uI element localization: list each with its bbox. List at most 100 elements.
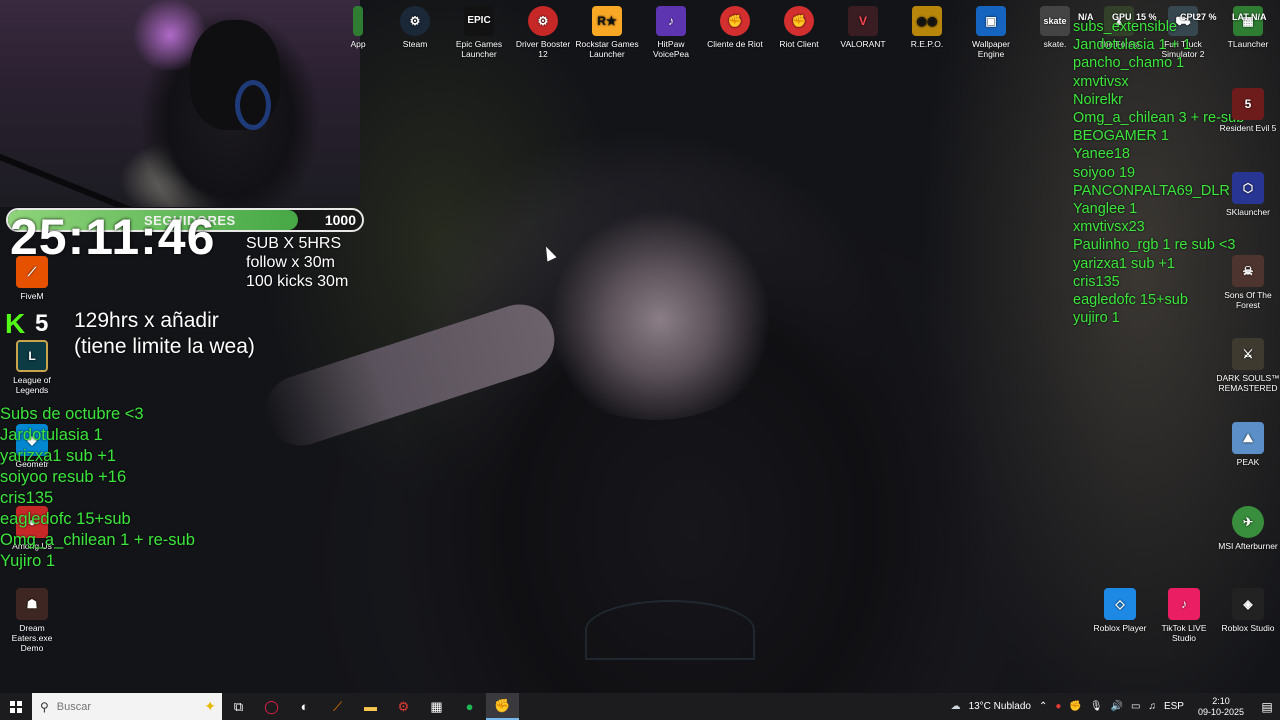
desktop-icon-repo[interactable]: ◉◉ R.E.P.O. [895,6,959,49]
weather-text[interactable]: 13°C Nublado [969,701,1031,712]
list-item: Paulinho_rgb 1 re sub <3 [1073,237,1236,254]
fivem-icon: ⟋ [16,256,48,288]
desktop-icon-app[interactable]: App [334,6,382,49]
peak-icon: ⛰ [1232,422,1264,454]
rule-kicks: 100 kicks 30m [246,273,349,290]
mic-arm [0,150,205,207]
taskbar-driver-booster[interactable]: ⚙ [387,693,420,720]
list-item: pancho_chamo 1 [1073,55,1185,72]
volume-icon[interactable]: 🔊 [1111,701,1123,712]
desktop-icon-cliente-de-riot[interactable]: ✊ Cliente de Riot [703,6,767,49]
windows-icon [10,700,22,713]
lol-icon: L [16,340,48,372]
desktop-icon-league-of-legends[interactable]: L League of Legends [0,340,64,395]
desktop-icon-dream-eaters[interactable]: ☗ Dream Eaters.exe Demo [0,588,64,653]
riot-client-icon: ✊ [784,6,814,36]
start-button[interactable] [0,693,32,720]
list-item: yarizxa1 sub +1 [0,447,117,465]
taskbar-opera-gx[interactable]: ◯ [255,693,288,720]
chevron-up-icon[interactable]: ⌃ [1039,701,1047,712]
network-icon[interactable]: ▭ [1131,701,1140,712]
search-input[interactable] [56,700,167,713]
desktop-icon-riot-client[interactable]: ✊ Riot Client [767,6,831,49]
subathon-rules: SUB X 5HRS follow x 30m 100 kicks 30m [246,234,348,291]
desktop-icon-sons-of-the-forest[interactable]: ☠ Sons Of The Forest [1216,255,1280,310]
sons-forest-icon: ☠ [1232,255,1264,287]
desktop-icon-rockstar[interactable]: R★ Rockstar Games Launcher [575,6,639,59]
desktop-icon-peak[interactable]: ⛰ PEAK [1216,422,1280,467]
sklauncher-icon: ⬡ [1232,172,1264,204]
subs-list: Subs de octubre <3 Jardotulasia 1 yarizx… [0,404,195,572]
driver-booster-icon: ⚙ [528,6,558,36]
desktop-icon-hitpaw[interactable]: ♪ HitPaw VoicePea [639,6,703,59]
kick-icon: K [5,308,26,339]
taskbar-spotify[interactable]: ● [453,693,486,720]
list-item: yujiro 1 [1073,310,1120,327]
desktop-icon-roblox-player[interactable]: ◇ Roblox Player [1088,588,1152,633]
wallpaper-engine-icon: ▣ [976,6,1006,36]
desktop-icon-msi-afterburner[interactable]: ✈ MSI Afterburner [1216,506,1280,551]
taskbar-search[interactable]: ⚲ ✦ [32,693,222,720]
resident-evil-icon: 5 [1232,88,1264,120]
speaker-icon[interactable]: ♫ [1148,701,1156,712]
kick-counter: K 5 [5,310,48,338]
search-highlight-icon: ✦ [204,698,216,714]
taskbar-obs[interactable]: ◐ [288,693,321,720]
weather-icon[interactable]: ☁ [951,701,961,712]
rule-follow: follow x 30m [246,254,335,271]
driver-booster-icon: ⚙ [397,698,410,714]
desktop-icon-roblox-studio[interactable]: ◈ Roblox Studio [1216,588,1280,633]
desktop-icon-steam[interactable]: ⚙ Steam [383,6,447,49]
app-icon [353,6,363,36]
task-view-button[interactable]: ⧉ [222,693,255,720]
rockstar-icon: R★ [592,6,622,36]
desktop-icon-sklauncher[interactable]: ⬡ SKlauncher [1216,172,1280,217]
list-item: eagledofc 15+sub [0,510,131,528]
roblox-player-icon: ◇ [1104,588,1136,620]
webcam-inset [0,0,360,207]
webcam-hand [520,200,790,420]
obs-icon: ◐ [300,699,309,714]
taskbar: ⚲ ✦ ⧉ ◯ ◐ ⟋ ▬ ⚙ ▦ ● ✊ ☁ 13°C Nublado ⌃ ●… [0,693,1280,720]
epic-games-icon: EPIC [464,6,494,36]
clock[interactable]: 2:10 09-10-2025 [1198,696,1244,718]
spotify-icon: ● [465,699,474,714]
goal-bar-value: 1000 [324,212,356,228]
fivem-icon: ⟋ [332,698,343,714]
dream-eaters-icon: ☗ [16,588,48,620]
task-view-icon: ⧉ [233,698,244,714]
folder-icon: ▬ [364,699,377,714]
taskbar-store[interactable]: ▦ [420,693,453,720]
riot-tray-icon[interactable]: ✊ [1069,701,1081,712]
list-item: Omg_a_chilean 1 + re-sub [0,531,195,549]
rule-sub: SUB X 5HRS [246,235,342,252]
desktop-icon-epic-games[interactable]: EPIC Epic Games Launcher [447,6,511,59]
desktop-icon-dark-souls[interactable]: ⚔ DARK SOULS™ REMASTERED [1216,338,1280,393]
list-item: Yujiro 1 [0,552,56,570]
desktop-icon-driver-booster[interactable]: ⚙ Driver Booster 12 [511,6,575,59]
skate-icon: skate [1040,6,1070,36]
list-item: Jandotulasia 1 + 1 [1073,37,1192,54]
subs-list-title: Subs de octubre <3 [0,405,144,423]
language-indicator[interactable]: ESP [1164,701,1184,712]
clock-time: 2:10 [1212,695,1230,706]
headset-icon [235,80,271,130]
microphone-icon[interactable]: 🎙 [1090,701,1103,712]
desktop-icon-valorant[interactable]: V VALORANT [831,6,895,49]
shirt-logo [585,600,755,660]
kick-count: 5 [35,310,49,337]
desktop-icon-fivem[interactable]: ⟋ FiveM [0,256,64,301]
dark-souls-icon: ⚔ [1232,338,1264,370]
desktop-icon-wallpaper-engine[interactable]: ▣ Wallpaper Engine [959,6,1023,59]
taskbar-fivem[interactable]: ⟋ [321,693,354,720]
riot-client-icon: ✊ [720,6,750,36]
taskbar-riot-client[interactable]: ✊ [486,693,519,720]
desktop-icon-tiktok-live[interactable]: ♪ TikTok LIVE Studio [1152,588,1216,643]
desktop-icon-resident-evil-5[interactable]: 5 Resident Evil 5 [1216,88,1280,133]
repo-icon: ◉◉ [912,6,942,36]
cap-note: 129hrs x añadir (tiene limite la wea) [74,309,255,358]
notifications-icon[interactable]: ▤ [1254,700,1280,714]
steam-icon: ⚙ [400,6,430,36]
taskbar-file-explorer[interactable]: ▬ [354,693,387,720]
record-icon[interactable]: ● [1055,701,1061,712]
